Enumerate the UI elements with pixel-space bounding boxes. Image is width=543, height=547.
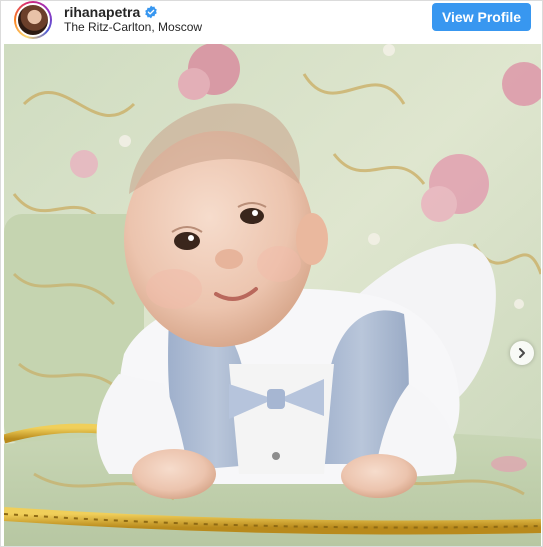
instagram-embed: rihanapetra The Ritz-Carlton, Moscow Vie… xyxy=(0,0,543,547)
location-link[interactable]: The Ritz-Carlton, Moscow xyxy=(64,20,202,34)
chevron-right-icon xyxy=(519,348,525,358)
username[interactable]: rihanapetra xyxy=(64,4,140,20)
post-photo[interactable] xyxy=(4,44,541,546)
post-header: rihanapetra The Ritz-Carlton, Moscow Vie… xyxy=(1,1,542,43)
avatar[interactable] xyxy=(16,3,50,37)
verified-badge-icon xyxy=(145,5,158,19)
view-profile-button[interactable]: View Profile xyxy=(432,3,531,31)
username-row: rihanapetra xyxy=(64,4,158,20)
avatar-ring[interactable] xyxy=(14,1,52,39)
photo-illustration xyxy=(4,44,541,546)
next-photo-button[interactable] xyxy=(510,341,534,365)
